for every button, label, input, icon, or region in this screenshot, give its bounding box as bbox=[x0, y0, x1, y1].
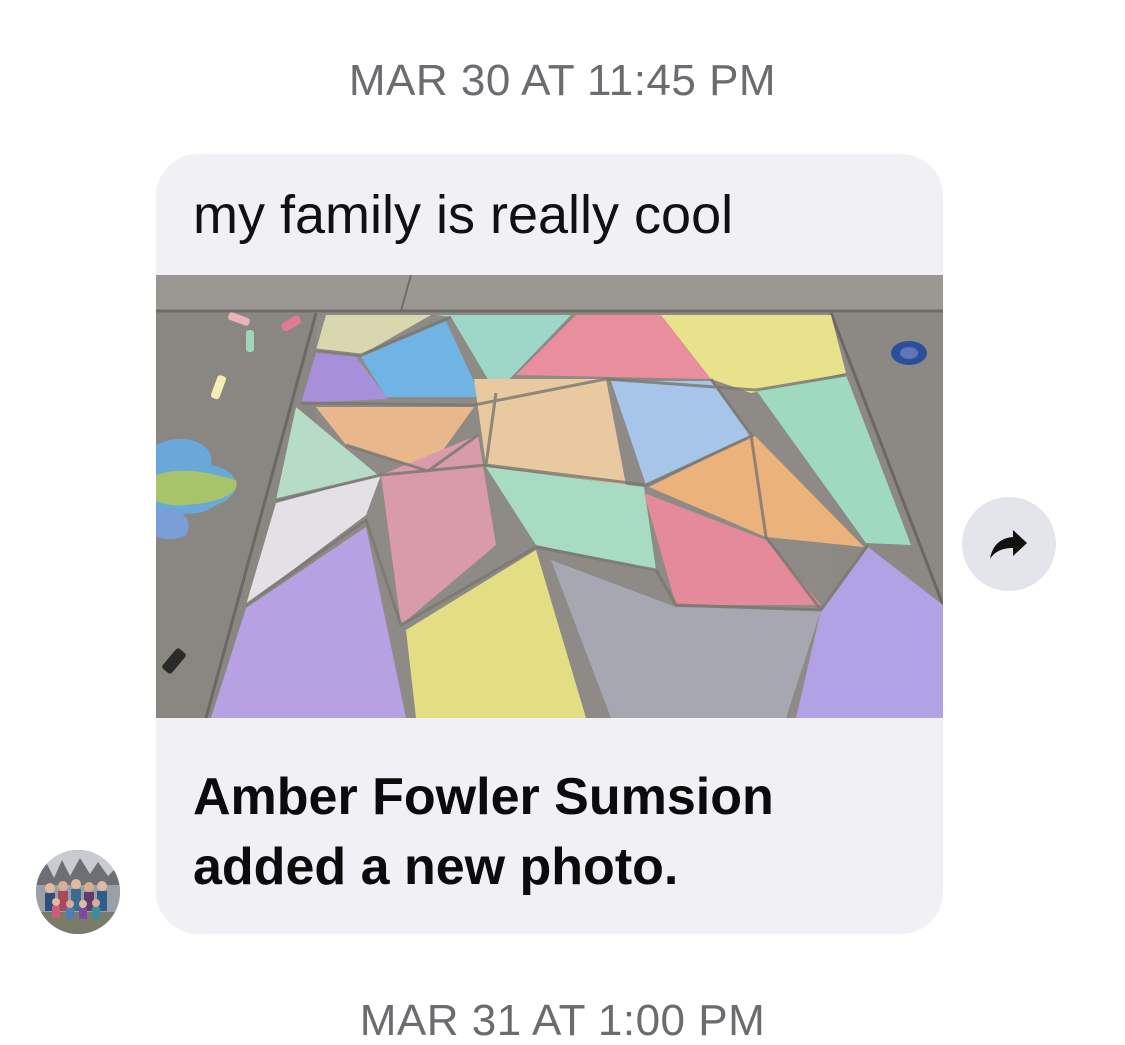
timestamp-top: MAR 30 AT 11:45 PM bbox=[348, 56, 777, 105]
shared-photo[interactable] bbox=[156, 275, 943, 718]
message-text: my family is really cool bbox=[193, 185, 734, 245]
timestamp-bottom: MAR 31 AT 1:00 PM bbox=[359, 996, 766, 1045]
sender-avatar[interactable] bbox=[36, 850, 120, 934]
message-bubble[interactable]: my family is really cool Amber Fowler Su… bbox=[156, 154, 943, 934]
message-thread: MAR 30 AT 11:45 PM my family is really c… bbox=[0, 0, 1125, 1045]
share-caption: Amber Fowler Sumsion added a new photo. bbox=[193, 768, 774, 896]
forward-button[interactable] bbox=[962, 497, 1056, 591]
forward-arrow-icon bbox=[990, 530, 1027, 559]
family-group-avatar-icon bbox=[36, 850, 120, 934]
